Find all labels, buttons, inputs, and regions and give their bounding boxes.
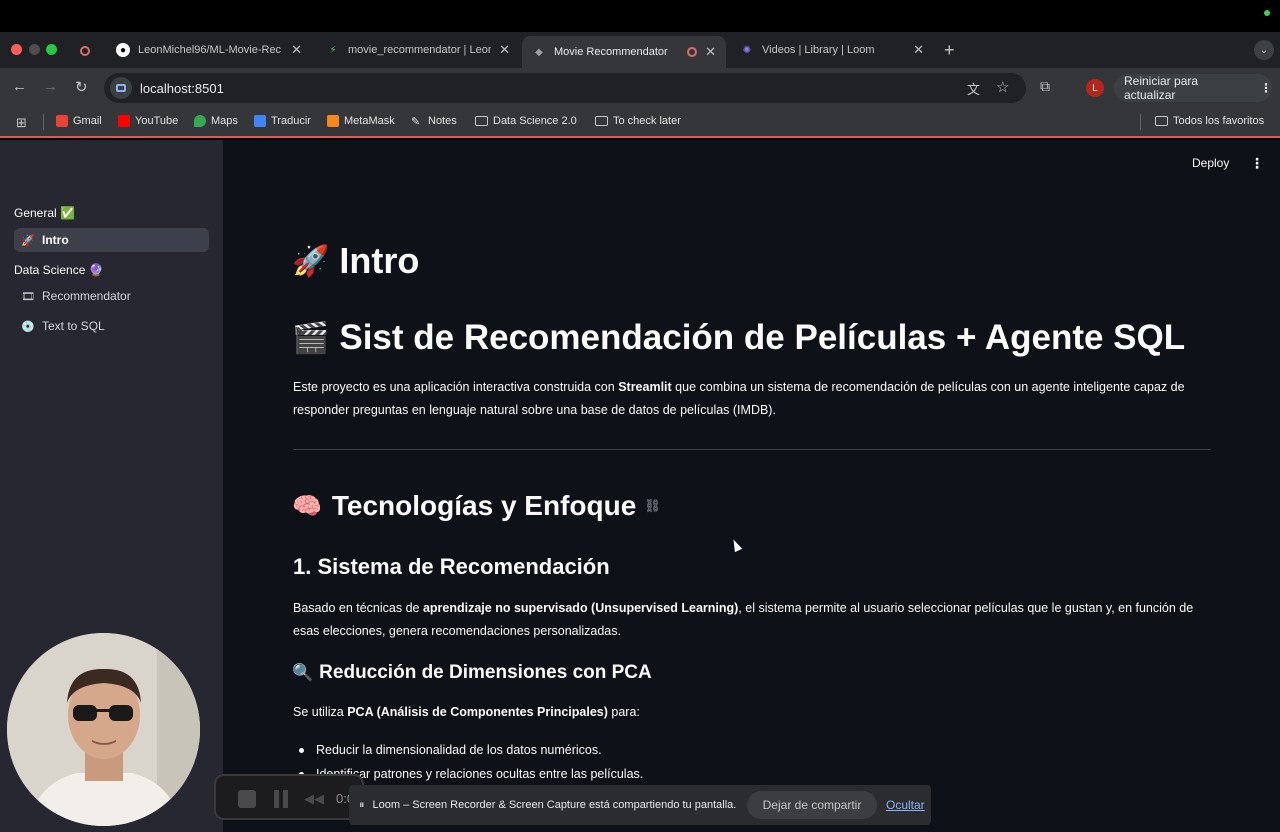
- recording-icon: [687, 47, 698, 57]
- anchor-link-icon[interactable]: ⛓: [644, 498, 661, 514]
- notes-icon: ✎: [411, 116, 421, 128]
- translate-icon: [254, 115, 266, 127]
- site-info-icon[interactable]: [110, 77, 132, 99]
- disc-icon: 💿: [21, 320, 35, 333]
- list-item: Reducir la dimensionalidad de los datos …: [293, 738, 643, 762]
- translate-icon[interactable]: ⽂: [967, 79, 980, 98]
- folder-icon: [1155, 116, 1168, 126]
- restart-icon[interactable]: ◀◀: [304, 791, 324, 807]
- sistema-paragraph: Basado en técnicas de aprendizaje no sup…: [293, 601, 1194, 638]
- film-icon: 🎞: [21, 290, 35, 303]
- maximize-window-icon[interactable]: [46, 44, 57, 55]
- bookmark-notes[interactable]: ✎ Notes: [411, 115, 457, 128]
- share-message: Loom – Screen Recorder & Screen Capture …: [372, 799, 737, 811]
- sidebar-section-general: General ✅: [14, 206, 75, 220]
- hide-link[interactable]: Ocultar: [886, 798, 925, 812]
- magnifier-icon: 🔍: [292, 663, 314, 682]
- address-bar[interactable]: localhost:8501: [104, 73, 1026, 103]
- new-tab-icon[interactable]: +: [944, 40, 955, 61]
- bookmarks-divider: [1140, 114, 1141, 130]
- presenter-video: [7, 633, 200, 826]
- url-text: localhost:8501: [140, 80, 224, 96]
- sidebar-item-recommendator[interactable]: 🎞 Recommendator: [14, 284, 209, 308]
- brain-icon: 🧠: [292, 492, 322, 520]
- divider: [293, 449, 1211, 450]
- metamask-icon: [327, 115, 339, 127]
- bookmark-traducir[interactable]: Traducir: [254, 115, 311, 127]
- stop-sharing-button[interactable]: Dejar de compartir: [747, 791, 877, 819]
- reload-icon[interactable]: ↻: [75, 78, 88, 96]
- tab-movie-recommendator-repo[interactable]: ⚡ movie_recommendator | Leon ✕: [316, 36, 520, 64]
- camera-indicator-icon: [1264, 10, 1270, 16]
- screen-share-bar: ⏸ Loom – Screen Recorder & Screen Captur…: [349, 785, 931, 825]
- section-title-tecnologias: 🧠 Tecnologías y Enfoque ⛓: [292, 490, 661, 521]
- close-tab-icon[interactable]: ✕: [705, 44, 716, 60]
- streamlit-icon: ◆: [535, 46, 543, 58]
- streamlit-icon: ⚡: [329, 44, 337, 56]
- minimize-window-icon[interactable]: [29, 44, 40, 55]
- folder-icon: [595, 116, 608, 126]
- bookmark-gmail[interactable]: Gmail: [56, 115, 102, 127]
- stop-recording-icon[interactable]: [238, 790, 256, 808]
- pca-paragraph: Se utiliza PCA (Análisis de Componentes …: [293, 705, 640, 719]
- profile-avatar[interactable]: L: [1086, 79, 1104, 97]
- close-tab-icon[interactable]: ✕: [291, 42, 302, 58]
- deploy-button[interactable]: Deploy: [1192, 156, 1229, 170]
- webcam-bubble[interactable]: [7, 633, 200, 826]
- more-menu-icon: ⋮: [1260, 81, 1272, 95]
- recording-icon: [80, 43, 90, 61]
- bookmarks-divider: [43, 114, 44, 130]
- loom-icon: ✺: [742, 44, 752, 56]
- maps-icon: [194, 115, 206, 127]
- gmail-icon: [56, 115, 68, 127]
- project-title: 🎬 Sist de Recomendación de Películas + A…: [292, 318, 1186, 357]
- github-icon: ●: [116, 43, 130, 57]
- bookmark-youtube[interactable]: YouTube: [118, 115, 178, 127]
- forward-icon[interactable]: →: [43, 78, 58, 95]
- bookmark-data-science[interactable]: Data Science 2.0: [475, 115, 577, 127]
- tab-github[interactable]: ● LeonMichel96/ML-Movie-Rec ✕: [106, 36, 312, 64]
- section-title-pca: 🔍 Reducción de Dimensiones con PCA: [292, 662, 652, 683]
- close-window-icon[interactable]: [11, 44, 22, 55]
- close-tab-icon[interactable]: ✕: [499, 42, 510, 58]
- rocket-icon: 🚀: [292, 244, 330, 278]
- pause-icon[interactable]: [274, 790, 288, 808]
- bookmark-star-icon[interactable]: ☆: [996, 78, 1009, 96]
- close-tab-icon[interactable]: ✕: [913, 42, 924, 58]
- update-button[interactable]: Reiniciar para actualizar ⋮: [1114, 74, 1272, 102]
- intro-paragraph: Este proyecto es una aplicación interact…: [293, 380, 1185, 417]
- bookmark-maps[interactable]: Maps: [194, 115, 238, 127]
- bookmark-to-check-later[interactable]: To check later: [595, 115, 681, 127]
- sidebar-item-intro[interactable]: 🚀 Intro: [14, 228, 209, 252]
- tab-search-icon[interactable]: ⌄: [1254, 40, 1274, 60]
- back-icon[interactable]: ←: [12, 78, 27, 95]
- section-title-sistema: 1. Sistema de Recomendación: [293, 554, 610, 579]
- clapperboard-icon: 🎬: [292, 321, 330, 355]
- loom-controls: ◀◀ 0:0: [214, 774, 364, 820]
- folder-icon: [475, 116, 488, 126]
- rocket-icon: 🚀: [21, 234, 35, 247]
- extensions-icon[interactable]: ⧉: [1040, 78, 1050, 95]
- page-title-intro: 🚀 Intro: [292, 240, 420, 281]
- sidebar-section-data-science: Data Science 🔮: [14, 263, 104, 277]
- bookmark-metamask[interactable]: MetaMask: [327, 115, 395, 127]
- all-bookmarks[interactable]: Todos los favoritos: [1155, 115, 1264, 127]
- pause-share-icon: ⏸: [359, 798, 365, 811]
- tab-movie-recommender[interactable]: ◆ Movie Recommendator ✕: [522, 36, 726, 68]
- tab-loom[interactable]: ✺ Videos | Library | Loom ✕: [730, 36, 934, 64]
- apps-grid-icon[interactable]: ⊞: [16, 115, 27, 131]
- os-top-band: [0, 0, 1280, 32]
- sidebar-item-text-to-sql[interactable]: 💿 Text to SQL: [14, 314, 209, 338]
- youtube-icon: [118, 115, 130, 127]
- main-menu-icon[interactable]: ⋮: [1250, 155, 1264, 172]
